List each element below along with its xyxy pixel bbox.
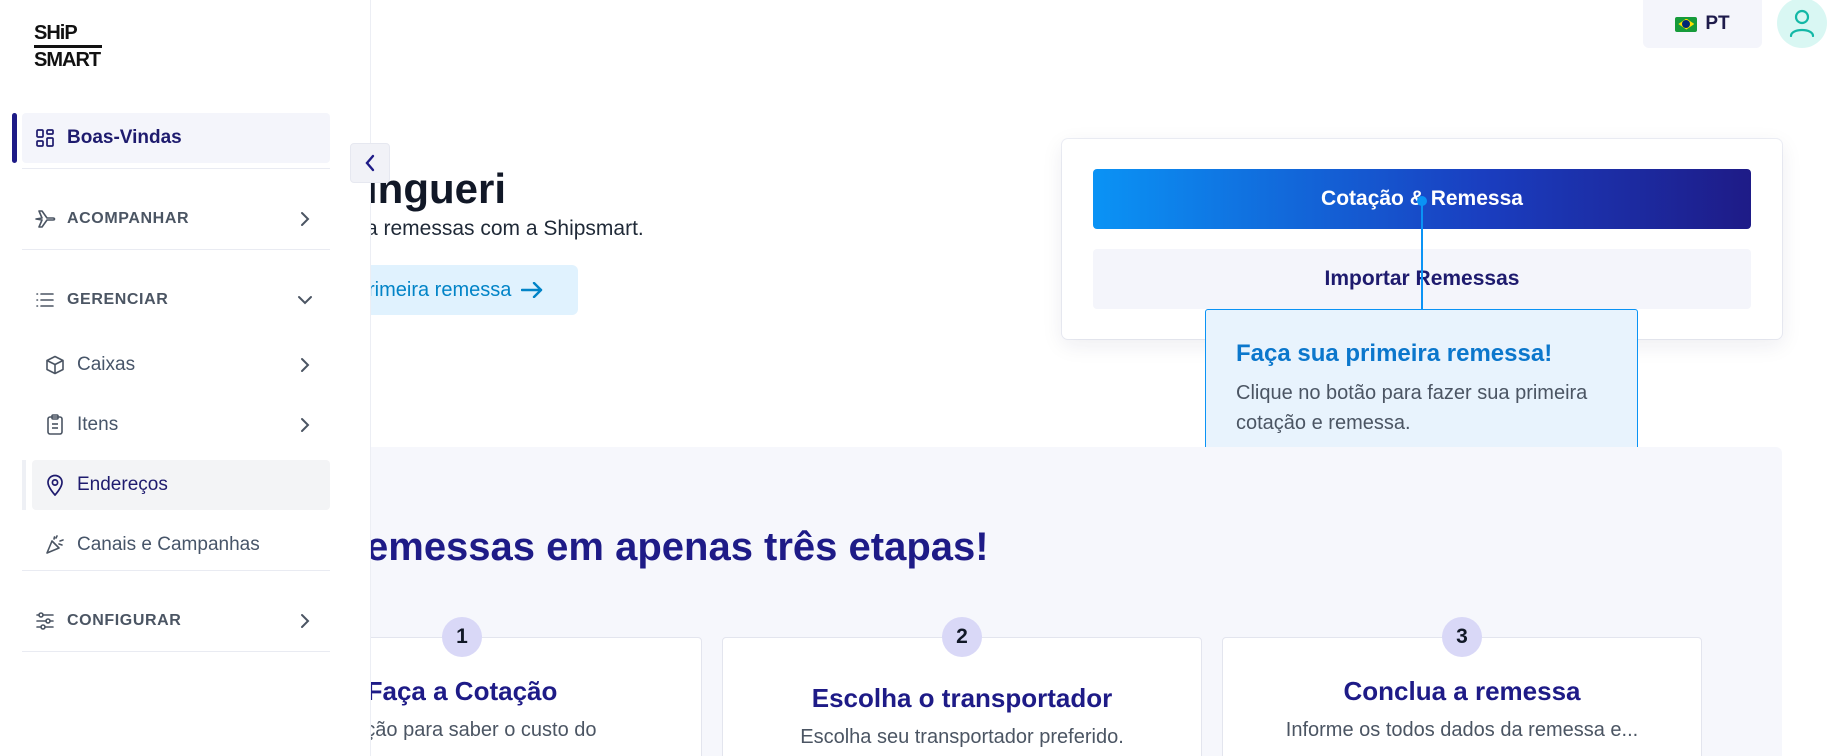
divider [22, 651, 330, 652]
collapse-sidebar-button[interactable] [350, 143, 390, 183]
brazil-flag-icon [1675, 16, 1698, 32]
steps-title: emessas em apenas três etapas! [366, 525, 989, 569]
submenu-indicator [22, 460, 26, 510]
sidebar-item-gerenciar[interactable]: GERENCIAR [22, 275, 330, 325]
user-avatar[interactable] [1777, 0, 1827, 48]
language-label: PT [1705, 13, 1730, 34]
arrow-right-icon [521, 282, 543, 298]
shipsmart-logo[interactable]: SHiP SMART [34, 22, 104, 72]
sidebar-item-caixas[interactable]: Caixas [32, 340, 330, 390]
step-title: Conclua a remessa [1343, 676, 1581, 706]
step-number-3: 3 [1442, 617, 1482, 657]
sidebar-item-label: Canais e Campanhas [77, 534, 260, 555]
sidebar-item-label: Endereços [77, 474, 168, 495]
location-pin-icon [44, 474, 66, 496]
step-number-2: 2 [942, 617, 982, 657]
step-title: Escolha o transportador [811, 683, 1113, 713]
divider [22, 249, 330, 250]
chevron-left-icon [365, 154, 375, 172]
sidebar-item-label: GERENCIAR [67, 291, 169, 308]
user-icon [1789, 9, 1815, 37]
list-icon [34, 289, 56, 311]
chevron-right-icon [294, 208, 316, 230]
party-popper-icon [44, 534, 66, 556]
first-shipment-label: rimeira remessa [368, 278, 512, 301]
chevron-right-icon [294, 354, 316, 376]
sliders-icon [34, 610, 56, 632]
step-number-1: 1 [442, 617, 482, 657]
welcome-subtitle: a remessas com a Shipsmart. [366, 217, 644, 240]
clipboard-icon [44, 414, 66, 436]
tooltip-title: Faça sua primeira remessa! [1236, 340, 1553, 367]
sidebar-item-enderecos[interactable]: Endereços [32, 460, 330, 510]
tooltip-text: Clique no botão para fazer sua primeira … [1236, 382, 1588, 434]
box-icon [44, 354, 66, 376]
sidebar-item-itens[interactable]: Itens [32, 400, 330, 450]
logo-text-bottom: SMART [34, 49, 101, 71]
sidebar-item-canais-campanhas[interactable]: Canais e Campanhas [32, 520, 330, 570]
onboarding-tooltip: Faça sua primeira remessa! Clique no bot… [1205, 309, 1638, 466]
logo-bar [34, 45, 102, 48]
sidebar: SHiP SMART Boas-Vindas ACOMPANHAR GERENC… [0, 0, 371, 756]
sidebar-item-label: CONFIGURAR [67, 612, 182, 629]
chevron-right-icon [294, 414, 316, 436]
logo-text-top: SHiP [34, 22, 78, 44]
chevron-right-icon [294, 610, 316, 632]
step-text: Informe os todos dados da remessa e... [1285, 719, 1639, 741]
divider [22, 570, 330, 571]
divider [22, 168, 330, 169]
tour-connector-dot [1417, 196, 1427, 206]
sidebar-item-label: ACOMPANHAR [67, 210, 190, 227]
airplane-icon [34, 208, 56, 230]
language-selector[interactable]: PT [1643, 0, 1762, 48]
sidebar-item-configurar[interactable]: CONFIGURAR [22, 596, 330, 646]
step-text: Escolha seu transportador preferido. [800, 726, 1124, 748]
dashboard-icon [34, 127, 56, 149]
chevron-down-icon [294, 289, 316, 311]
sidebar-item-label: Itens [77, 414, 119, 435]
sidebar-item-acompanhar[interactable]: ACOMPANHAR [22, 194, 330, 244]
sidebar-item-label: Boas-Vindas [67, 127, 182, 148]
sidebar-item-boas-vindas[interactable]: Boas-Vindas [22, 113, 330, 163]
tour-connector-line [1421, 200, 1423, 310]
sidebar-item-label: Caixas [77, 354, 136, 375]
active-indicator [12, 113, 17, 163]
